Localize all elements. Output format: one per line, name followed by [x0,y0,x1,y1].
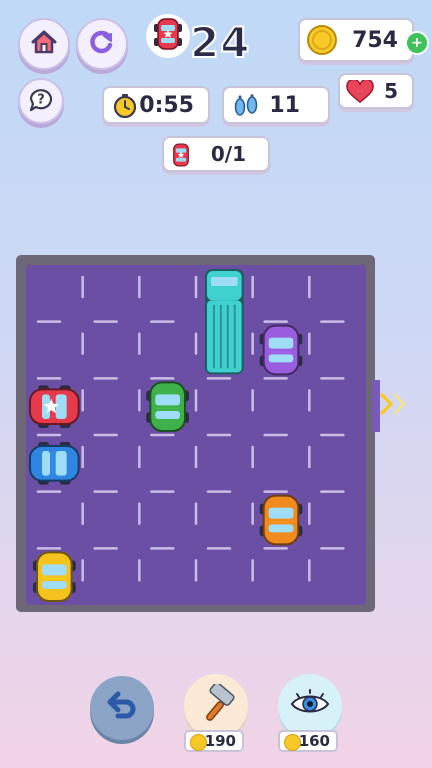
coin-icon [284,734,301,751]
vehicle-car-target-2[interactable] [29,385,80,428]
svg-text:?: ? [37,93,45,108]
help-icon: ? [28,86,54,116]
footprints-icon [232,94,260,124]
vehicle-car-6[interactable] [33,551,76,603]
parking-board [26,265,366,605]
board-grid [29,269,345,603]
plus-icon: + [411,35,423,51]
heart-icon [346,78,374,110]
coin-icon [190,734,207,751]
hammer-icon [196,682,236,728]
moves-counter: 11 [222,86,330,124]
restart-button[interactable] [76,18,128,70]
level-car-badge [146,14,190,58]
undo-icon [104,688,140,728]
coin-icon [306,24,338,62]
help-button[interactable]: ? [18,78,64,124]
coins-counter: 754 [298,18,414,62]
target-car-icon [170,140,192,176]
coins-value: 754 [352,27,398,53]
eye-price-value: 160 [298,732,330,750]
restart-icon [87,27,117,61]
eye-price: 160 [278,730,338,752]
hammer-price: 190 [184,730,244,752]
vehicle-car-4[interactable] [29,442,80,485]
lives-value: 5 [384,79,398,103]
undo-button[interactable] [90,676,154,740]
target-progress-value: 0/1 [210,142,246,166]
lives-counter: 5 [338,73,414,109]
timer-value: 0:55 [139,92,194,118]
target-car-icon [153,16,183,56]
vehicle-truck-0[interactable] [205,269,244,375]
stopwatch-icon [112,93,138,125]
level-number: 24 [189,17,251,68]
moves-value: 11 [269,92,300,118]
eye-booster-button[interactable] [278,674,342,738]
target-progress: 0/1 [162,136,270,172]
exit-arrow-icon [380,392,410,420]
vehicle-car-3[interactable] [146,381,189,433]
vehicle-car-1[interactable] [259,324,303,376]
hammer-booster-button[interactable] [184,674,248,738]
home-icon [29,27,59,61]
hammer-price-value: 190 [204,732,236,750]
vehicle-car-5[interactable] [259,494,303,546]
exit-gate [372,380,380,432]
home-button[interactable] [18,18,70,70]
eye-icon [289,688,331,724]
add-coins-button[interactable]: + [405,31,429,55]
timer-display: 0:55 [102,86,210,124]
